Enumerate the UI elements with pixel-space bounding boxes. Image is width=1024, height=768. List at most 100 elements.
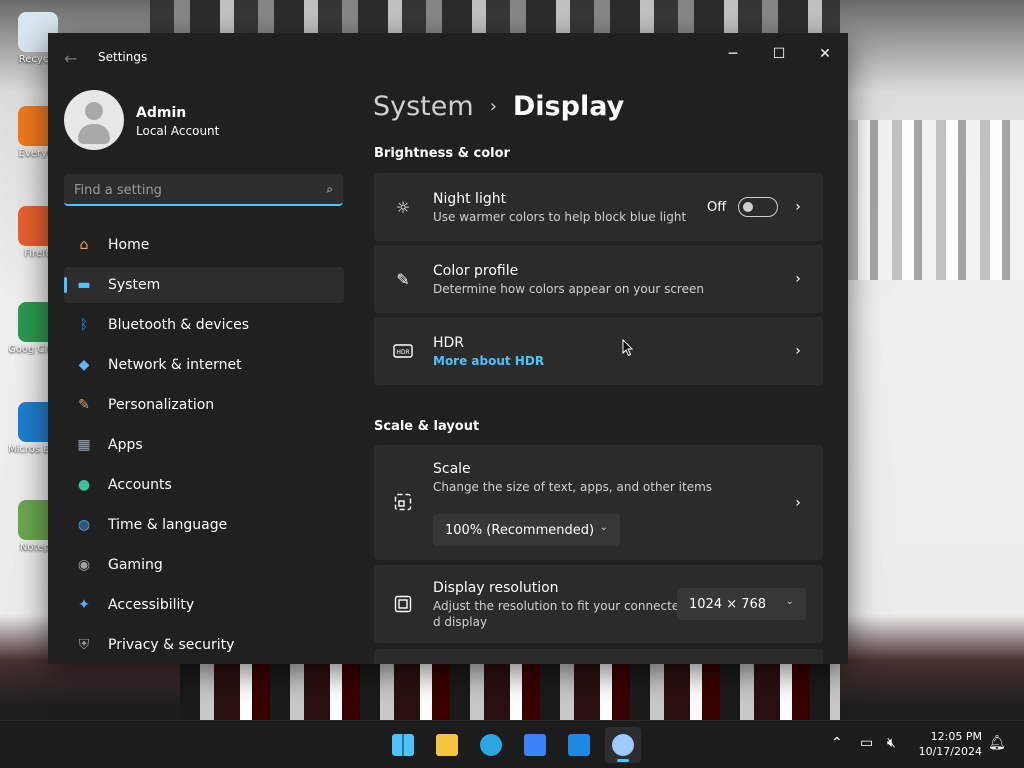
night-light-title: Night light (433, 191, 507, 207)
taskbar-store-button[interactable] (517, 727, 553, 763)
section-brightness-color: Brightness & color (374, 146, 510, 161)
account-type: Local Account (136, 124, 220, 138)
active-indicator (617, 759, 629, 762)
svg-text:HDR: HDR (396, 349, 409, 356)
close-button[interactable]: ✕ (802, 39, 848, 69)
color-profile-title: Color profile (433, 263, 519, 279)
more-about-hdr-link[interactable]: More about HDR (433, 354, 544, 368)
network-icon[interactable]: ▭ (860, 735, 873, 751)
chevron-down-icon: ⌄ (599, 522, 608, 533)
taskbar-settings-button[interactable] (605, 727, 641, 763)
title-bar[interactable]: ← Settings ─ ☐ ✕ (48, 33, 848, 81)
clock-date: 10/17/2024 (918, 745, 982, 758)
sidebar-item-bluetooth-devices[interactable]: ᛒ Bluetooth & devices (64, 307, 344, 343)
sidebar-item-label: Network & internet (108, 357, 242, 373)
search-input[interactable] (74, 180, 304, 200)
chevron-up-icon[interactable]: ⌃ (831, 735, 843, 751)
home-icon: ⌂ (79, 237, 89, 253)
sidebar-item-label: System (108, 277, 161, 293)
sidebar-item-personalization[interactable]: ✎ Personalization (64, 387, 344, 423)
sidebar-item-apps[interactable]: ▦ Apps (64, 427, 344, 463)
search-box[interactable]: ⌕ (64, 174, 343, 206)
sidebar-item-label: Gaming (108, 557, 163, 573)
gamepad-icon: ◉ (77, 557, 91, 573)
next-card-partial[interactable] (374, 649, 823, 664)
hdr-card[interactable]: HDR HDR More about HDR › (374, 317, 823, 385)
accessibility-icon: ✦ (78, 597, 90, 613)
mouse-cursor-icon (622, 339, 634, 357)
sidebar-item-system[interactable]: ▬ System (64, 267, 344, 303)
system-clock[interactable]: 12:05 PM 10/17/2024 (912, 729, 982, 759)
desktop-wallpaper-bottom (180, 664, 840, 720)
shield-icon: ⛨ (78, 637, 90, 653)
settings-icon (612, 734, 634, 756)
scale-title: Scale (433, 461, 471, 477)
store-icon (524, 734, 546, 756)
display-resolution-card[interactable]: Display resolution Adjust the resolution… (374, 565, 823, 643)
sidebar-nav: ⌂ Home ▬ System ᛒ Bluetooth & devices ◆ Network… (64, 227, 344, 664)
desktop-wallpaper-right (848, 120, 1024, 280)
sidebar-item-privacy-security[interactable]: ⛨ Privacy & security (64, 627, 344, 663)
sidebar-item-label: Accessibility (108, 597, 195, 613)
edge-icon (480, 734, 502, 756)
sidebar-item-gaming[interactable]: ◉ Gaming (64, 547, 344, 583)
sidebar-item-accounts[interactable]: ● Accounts (64, 467, 344, 503)
night-light-state: Off (707, 200, 727, 215)
chevron-right-icon: › (489, 96, 497, 117)
night-light-desc: Use warmer colors to help block blue lig… (433, 210, 687, 224)
globe-icon: ◍ (77, 517, 91, 533)
breadcrumb-parent[interactable]: System (373, 91, 474, 122)
display-resolution-desc-line1: Adjust the resolution to fit your connec… (433, 599, 680, 613)
sidebar-item-accessibility[interactable]: ✦ Accessibility (64, 587, 344, 623)
avatar-body (78, 124, 110, 144)
night-light-card[interactable]: ☼ Night light Use warmer colors to help … (374, 173, 823, 241)
wifi-icon: ◆ (78, 357, 90, 373)
search-icon[interactable]: ⌕ (326, 182, 333, 197)
toggle-knob (743, 202, 753, 212)
scale-desc: Change the size of text, apps, and other… (433, 480, 713, 494)
sidebar-item-label: Time & language (108, 517, 228, 533)
sidebar-item-label: Accounts (108, 477, 172, 493)
night-light-toggle[interactable] (738, 197, 778, 217)
section-scale-layout: Scale & layout (374, 419, 480, 434)
apps-icon: ▦ (77, 437, 91, 453)
maximize-button[interactable]: ☐ (756, 39, 802, 69)
back-arrow-icon[interactable]: ← (64, 49, 77, 68)
sidebar-item-label: Home (108, 237, 150, 253)
scale-dropdown[interactable]: 100% (Recommended) ⌄ (433, 514, 620, 546)
file-explorer-icon (436, 734, 458, 756)
color-profile-card[interactable]: ✎ Color profile Determine how colors app… (374, 245, 823, 313)
sun-icon: ☼ (395, 197, 411, 217)
sidebar-item-label: Apps (108, 437, 143, 453)
taskbar-outlook-button[interactable] (561, 727, 597, 763)
page-title: Display (512, 91, 625, 122)
sidebar-item-network-internet[interactable]: ◆ Network & internet (64, 347, 344, 383)
avatar[interactable] (64, 90, 124, 150)
minimize-button[interactable]: ─ (710, 39, 756, 69)
account-name: Admin (136, 105, 187, 121)
system-icon: ▬ (77, 277, 91, 293)
volume-muted-icon[interactable]: 🔇︎ (887, 735, 896, 751)
color-profile-desc: Determine how colors appear on your scre… (433, 282, 704, 296)
sidebar-item-home[interactable]: ⌂ Home (64, 227, 344, 263)
sidebar-item-label: Personalization (108, 397, 215, 413)
chevron-right-icon: › (795, 343, 801, 359)
taskbar-start-button[interactable] (385, 727, 421, 763)
display-resolution-title: Display resolution (433, 580, 559, 596)
sidebar-item-time-language[interactable]: ◍ Time & language (64, 507, 344, 543)
breadcrumb: System › Display (373, 91, 624, 122)
window-title: Settings (98, 50, 148, 64)
scale-card[interactable]: Scale Change the size of text, apps, and… (374, 445, 823, 560)
notification-bell-icon[interactable]: 🔔︎ (988, 735, 1006, 751)
taskbar: ⌃ ▭ 🔇︎ 12:05 PM 10/17/2024 🔔︎ (0, 720, 1024, 768)
resolution-dropdown[interactable]: 1024 × 768 ⌄ (677, 588, 806, 620)
hdr-title: HDR (433, 335, 465, 351)
avatar-head (85, 102, 103, 120)
chevron-down-icon: ⌄ (785, 596, 794, 607)
chevron-right-icon: › (795, 199, 801, 215)
scale-icon (392, 491, 414, 513)
outlook-icon (568, 734, 590, 756)
taskbar-file-explorer-button[interactable] (429, 727, 465, 763)
pen-icon: ✎ (396, 269, 410, 289)
taskbar-edge-button[interactable] (473, 727, 509, 763)
